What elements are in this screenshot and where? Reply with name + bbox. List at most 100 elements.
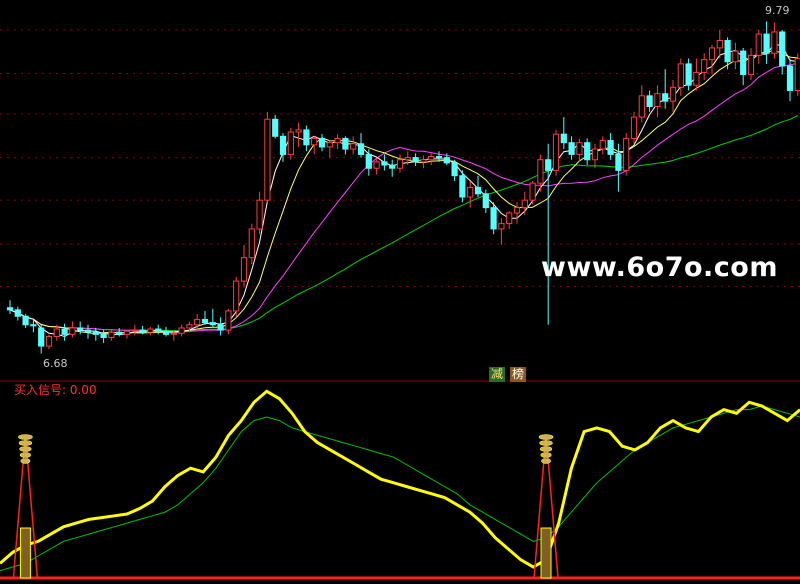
- candle-body: [155, 328, 162, 332]
- candle-body: [474, 186, 482, 195]
- buy-column: [19, 527, 31, 579]
- candle-body: [779, 31, 786, 67]
- candle: [116, 327, 123, 337]
- candle-body: [404, 157, 411, 161]
- candle-body: [451, 162, 458, 177]
- candle: [381, 154, 388, 171]
- candle-body: [786, 65, 794, 92]
- candle: [763, 21, 770, 64]
- candle: [342, 136, 349, 155]
- indicator-layer: [0, 389, 800, 580]
- candle: [334, 134, 341, 150]
- candle: [467, 181, 474, 208]
- candle-body: [272, 118, 279, 137]
- candle: [326, 140, 333, 158]
- candle-body: [69, 327, 76, 335]
- low-price-label: 6.68: [43, 357, 68, 370]
- candle-body: [545, 159, 552, 171]
- buy-ring: [541, 458, 551, 464]
- candle: [365, 149, 372, 176]
- candle-body: [685, 63, 692, 86]
- candle: [755, 29, 762, 64]
- candle: [584, 138, 591, 166]
- candle: [732, 42, 739, 70]
- candle: [318, 134, 326, 152]
- candle-body: [623, 137, 630, 171]
- candle: [350, 136, 357, 155]
- candle-body: [669, 86, 677, 102]
- candle-body: [342, 137, 349, 150]
- candle-body: [412, 157, 419, 163]
- candle-body: [178, 327, 185, 334]
- candle-body: [264, 118, 271, 201]
- candle-body: [217, 324, 224, 331]
- candle: [14, 306, 21, 321]
- candle: [771, 22, 778, 59]
- buy-ring: [20, 458, 31, 464]
- candle-body: [45, 335, 53, 347]
- candle: [287, 127, 294, 160]
- signal-ma-line: [0, 405, 800, 572]
- kline-chart: [0, 21, 800, 580]
- candle: [599, 136, 606, 155]
- candle: [217, 317, 224, 336]
- candle-body: [537, 159, 544, 184]
- candle-body: [443, 157, 450, 164]
- candle: [6, 300, 14, 315]
- buy-ring: [19, 452, 31, 458]
- candle-body: [116, 331, 123, 335]
- candle-body: [303, 129, 310, 146]
- candle: [747, 47, 755, 80]
- buy-ring: [539, 440, 553, 446]
- candle: [92, 327, 99, 341]
- candle-body: [256, 199, 263, 230]
- candle: [607, 133, 614, 160]
- candle: [623, 133, 630, 176]
- candle: [576, 138, 583, 162]
- candle-body: [186, 324, 193, 329]
- candle: [155, 324, 162, 335]
- candle-body: [701, 59, 708, 73]
- candle: [100, 330, 107, 343]
- candle-body: [194, 318, 201, 326]
- candle-body: [529, 182, 536, 201]
- candle-body: [435, 156, 443, 159]
- candle-body: [287, 131, 294, 155]
- candle-body: [615, 153, 622, 171]
- candle: [123, 330, 131, 339]
- candle-body: [607, 140, 614, 155]
- candle: [45, 334, 53, 350]
- candle-body: [755, 33, 762, 56]
- candle-body: [162, 330, 170, 335]
- candle-body: [92, 331, 99, 335]
- buy-ring: [538, 434, 554, 440]
- buy-ring: [19, 446, 32, 452]
- badge-rank[interactable]: 榜: [510, 367, 526, 382]
- candle: [568, 136, 575, 160]
- candle-body: [482, 193, 489, 209]
- candle-body: [677, 63, 684, 88]
- candle-body: [248, 228, 255, 259]
- candle: [451, 159, 458, 182]
- candle: [428, 153, 435, 166]
- chart-stage: { "watermark": "www.6o7o.com", "indicato…: [0, 0, 800, 584]
- candle-body: [233, 280, 240, 312]
- candle-body: [576, 142, 583, 155]
- candle-body: [147, 328, 154, 333]
- candle: [22, 314, 29, 328]
- candle-body: [311, 137, 318, 146]
- candle: [677, 58, 684, 96]
- candle-body: [693, 71, 700, 86]
- candle-body: [326, 142, 333, 148]
- candle: [178, 324, 185, 337]
- candle: [131, 324, 138, 336]
- candle: [724, 37, 731, 70]
- candle-body: [591, 148, 599, 161]
- badge-reduce[interactable]: 减: [489, 367, 505, 382]
- candle-body: [201, 318, 209, 324]
- candle: [506, 210, 513, 229]
- candle-body: [771, 31, 778, 54]
- candle-body: [708, 47, 716, 61]
- candle: [779, 29, 786, 75]
- candle-body: [740, 50, 747, 76]
